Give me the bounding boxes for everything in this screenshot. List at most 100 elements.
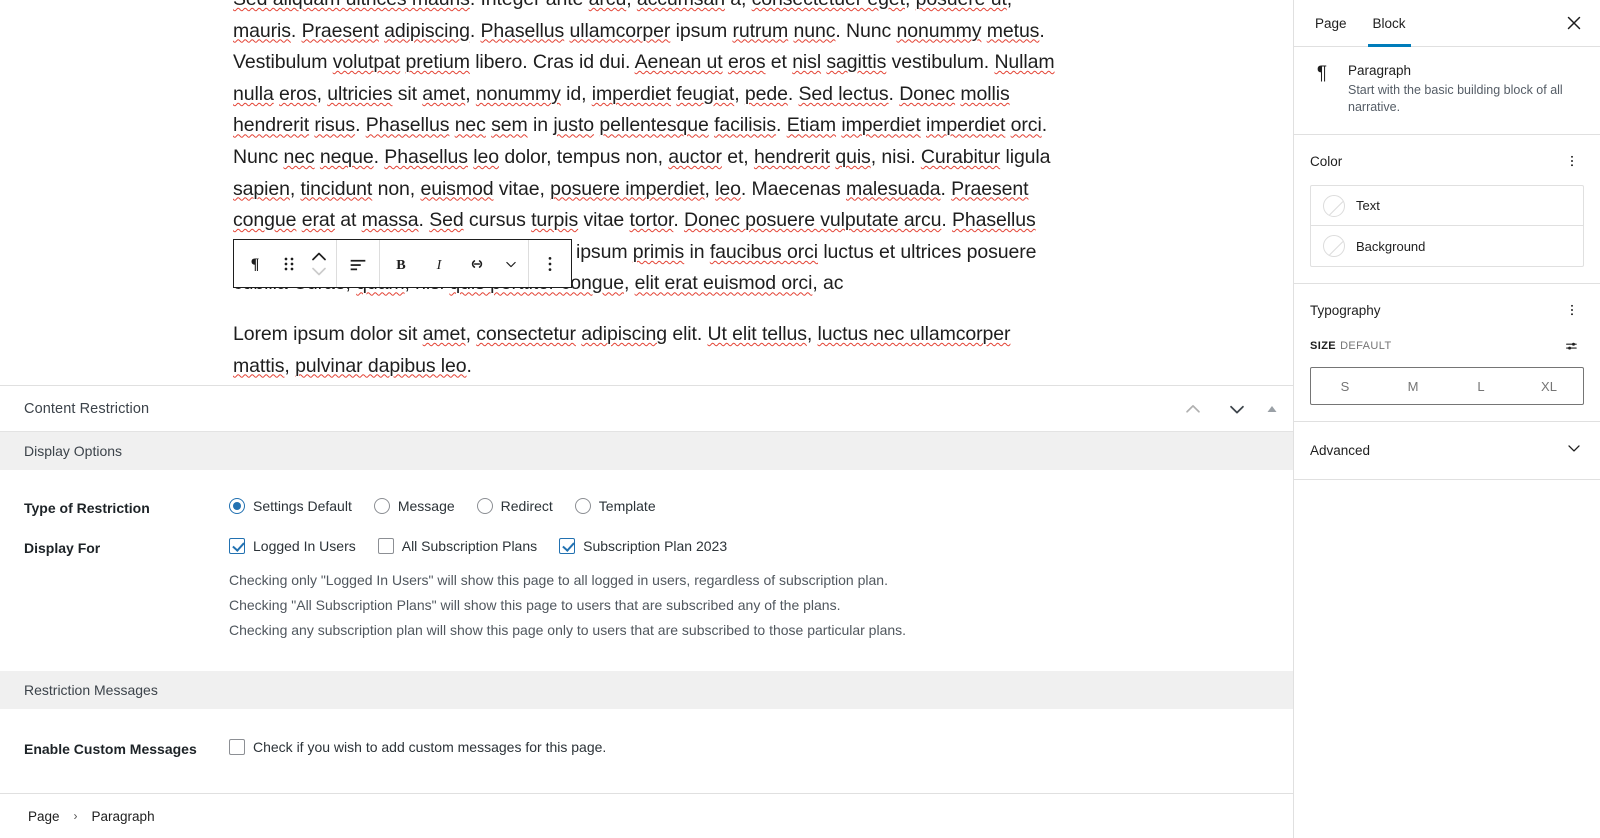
metabox-move-down-button[interactable]: [1215, 387, 1259, 431]
breadcrumb-separator-icon: ›: [73, 809, 78, 823]
block-toolbar[interactable]: ¶ B I: [233, 239, 572, 288]
radio-label: Message: [397, 498, 455, 514]
misspelled-word: nonummy: [896, 19, 982, 42]
chevron-down-icon: [1564, 438, 1584, 463]
text-run: .: [888, 82, 900, 105]
editor-window: Sed aliquam ultrices mauris. Integer ant…: [0, 0, 1600, 838]
misspelled-word: Ut elit tellus: [707, 322, 807, 345]
color-options-ellipsis-icon[interactable]: [1560, 149, 1584, 173]
checkbox-option-logged-in-users[interactable]: Logged In Users: [229, 538, 356, 554]
tab-page[interactable]: Page: [1302, 0, 1360, 47]
font-size-l-button[interactable]: L: [1447, 368, 1515, 404]
text-run: , ac: [812, 272, 844, 295]
checkbox-option-enable-custom-messages[interactable]: Check if you wish to add custom messages…: [229, 739, 606, 755]
text-run: .: [469, 19, 481, 42]
text-run: .: [373, 145, 385, 168]
text-run: vitae,: [493, 177, 551, 200]
drag-handle[interactable]: [274, 240, 304, 287]
checkbox-label: All Subscription Plans: [401, 538, 538, 554]
misspelled-word: consectetuer eget: [752, 0, 905, 10]
checkbox-indicator[interactable]: [559, 538, 576, 554]
type-of-restriction-radio-group[interactable]: Settings Default Message Redirect Templa…: [229, 498, 1269, 514]
block-movers[interactable]: [304, 240, 334, 287]
bold-button[interactable]: B: [382, 240, 420, 287]
typography-options-ellipsis-icon[interactable]: [1560, 298, 1584, 322]
radio-option-template[interactable]: Template: [574, 498, 656, 514]
misspelled-word: Aenean ut: [634, 51, 723, 74]
close-icon[interactable]: [1556, 5, 1592, 41]
misspelled-word: leo: [473, 145, 500, 168]
breadcrumb-item-page[interactable]: Page: [24, 807, 64, 826]
misspelled-word: massa: [361, 209, 419, 232]
font-size-xl-button[interactable]: XL: [1515, 368, 1583, 404]
block-options-button[interactable]: [531, 240, 569, 287]
text-run: vestibulum.: [886, 51, 995, 74]
block-list[interactable]: Sed aliquam ultrices mauris. Integer ant…: [233, 0, 1063, 385]
align-text-button[interactable]: [339, 240, 377, 287]
misspelled-word: pede: [744, 82, 788, 105]
post-content-canvas[interactable]: Sed aliquam ultrices mauris. Integer ant…: [0, 0, 1293, 385]
text-run: et,: [721, 145, 754, 168]
paragraph-block-2[interactable]: Lorem ipsum dolor sit amet, consectetur …: [233, 319, 1063, 382]
font-size-toggle-group[interactable]: S M L XL: [1310, 367, 1584, 405]
misspelled-word: consectetur: [476, 322, 576, 345]
tab-block[interactable]: Block: [1360, 0, 1419, 47]
metabox-move-up-button[interactable]: [1171, 387, 1215, 431]
link-button[interactable]: [458, 240, 496, 287]
paragraph-icon: ¶: [1316, 63, 1328, 84]
misspelled-word: euismod: [420, 177, 494, 200]
radio-indicator[interactable]: [373, 498, 390, 514]
radio-option-redirect[interactable]: Redirect: [476, 498, 553, 514]
move-down-button[interactable]: [309, 264, 329, 278]
radio-option-settings-default[interactable]: Settings Default: [229, 498, 352, 514]
misspelled-word: erat: [301, 209, 335, 232]
checkbox-indicator[interactable]: [377, 538, 394, 554]
breadcrumb-item-paragraph[interactable]: Paragraph: [88, 807, 159, 826]
misspelled-word: hendrerit: [233, 114, 310, 137]
radio-indicator[interactable]: [574, 498, 591, 514]
font-size-s-button[interactable]: S: [1311, 368, 1379, 404]
editor-column: Sed aliquam ultrices mauris. Integer ant…: [0, 0, 1293, 838]
display-for-checkbox-group[interactable]: Logged In Users All Subscription Plans S…: [229, 538, 1269, 554]
checkbox-option-all-subscription-plans[interactable]: All Subscription Plans: [377, 538, 538, 554]
radio-indicator[interactable]: [229, 498, 245, 514]
misspelled-word: quis: [835, 145, 871, 168]
font-size-m-button[interactable]: M: [1379, 368, 1447, 404]
paragraph-block-type-button[interactable]: ¶: [236, 240, 274, 287]
move-up-button[interactable]: [309, 250, 329, 264]
no-color-swatch-icon: [1323, 235, 1345, 257]
color-row-text[interactable]: Text: [1311, 186, 1583, 226]
misspelled-word: Sed: [429, 209, 464, 232]
misspelled-word: feugiat: [676, 82, 735, 105]
checkbox-option-subscription-plan-2023[interactable]: Subscription Plan 2023: [559, 538, 727, 554]
checkbox-indicator[interactable]: [229, 739, 245, 755]
misspelled-word: sem: [491, 114, 528, 137]
misspelled-word: primis: [632, 240, 685, 263]
radio-option-message[interactable]: Message: [373, 498, 455, 514]
misspelled-word: amet: [422, 322, 466, 345]
typography-panel: Typography SIZE DEFAULT S M L XL: [1294, 284, 1600, 422]
misspelled-word: rutrum: [732, 19, 789, 42]
misspelled-word: nec: [454, 114, 486, 137]
advanced-panel-toggle[interactable]: Advanced: [1294, 422, 1600, 480]
text-run: ,: [623, 272, 635, 295]
custom-size-sliders-icon[interactable]: [1560, 334, 1584, 358]
misspelled-word: Phasellus: [480, 19, 565, 42]
metabox-toggle-panel-button[interactable]: [1259, 387, 1285, 431]
misspelled-word: neque: [319, 145, 374, 168]
misspelled-word: posuere imperdiet: [550, 177, 705, 200]
radio-indicator[interactable]: [476, 498, 493, 514]
type-of-restriction-row: Type of Restriction Settings Default Mes…: [0, 498, 1293, 516]
restriction-messages-section-header: Restriction Messages: [0, 671, 1293, 709]
misspelled-word: Etiam: [786, 114, 837, 137]
more-rich-text-button[interactable]: [496, 240, 526, 287]
color-row-background[interactable]: Background: [1311, 226, 1583, 266]
no-color-swatch-icon: [1323, 194, 1345, 217]
italic-button[interactable]: I: [420, 240, 458, 287]
color-row-label: Background: [1356, 238, 1426, 254]
svg-text:¶: ¶: [251, 256, 260, 273]
hint-line-2: Checking "All Subscription Plans" will s…: [229, 597, 841, 613]
misspelled-word: Donec: [899, 82, 956, 105]
block-toolbar-group-format: B I: [380, 240, 529, 287]
checkbox-indicator[interactable]: [229, 538, 245, 554]
